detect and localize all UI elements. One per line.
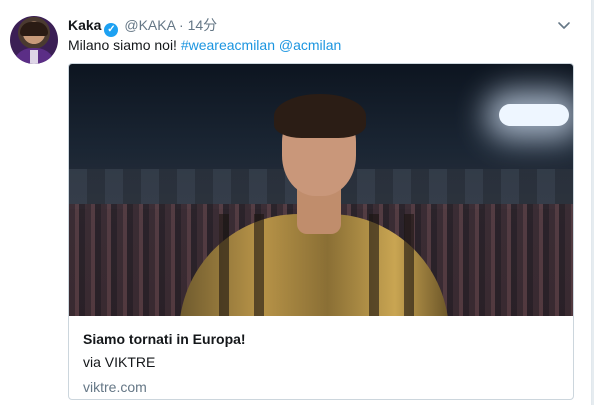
link-card[interactable]: Siamo tornati in Europa! via VIKTRE vikt…	[68, 63, 574, 400]
card-description: via VIKTRE	[83, 354, 156, 370]
header-separator: ·	[179, 17, 184, 33]
avatar-hair	[20, 22, 48, 36]
stadium-floodlight	[499, 104, 569, 126]
player-shirt-stripe	[404, 214, 414, 316]
author-handle[interactable]: @KAKA	[124, 17, 175, 33]
avatar-shirt-stripe	[30, 50, 38, 64]
mention-link[interactable]: @acmilan	[279, 37, 341, 53]
chevron-down-icon[interactable]	[557, 18, 571, 32]
verified-badge-icon: ✓	[104, 23, 119, 37]
tweet: Kaka ✓ @KAKA · 14分 Milano siamo noi! #wea…	[0, 0, 592, 405]
tweet-text: Milano siamo noi! #weareacmilan @acmilan	[68, 36, 341, 54]
player-shirt-stripe	[254, 214, 264, 316]
player-shirt-stripe	[219, 214, 229, 316]
card-title: Siamo tornati in Europa!	[83, 331, 246, 347]
tweet-text-plain: Milano siamo noi!	[68, 37, 177, 53]
avatar[interactable]	[10, 16, 58, 64]
player-hair	[274, 94, 366, 138]
card-image	[69, 64, 573, 316]
card-body: Siamo tornati in Europa! via VIKTRE vikt…	[69, 316, 573, 396]
tweet-header: Kaka ✓ @KAKA · 14分	[68, 16, 217, 37]
hashtag-link[interactable]: #weareacmilan	[181, 37, 275, 53]
tweet-timestamp[interactable]: 14分	[188, 17, 218, 33]
author-name[interactable]: Kaka	[68, 17, 101, 33]
player-shirt-stripe	[369, 214, 379, 316]
card-domain: viktre.com	[83, 379, 147, 395]
